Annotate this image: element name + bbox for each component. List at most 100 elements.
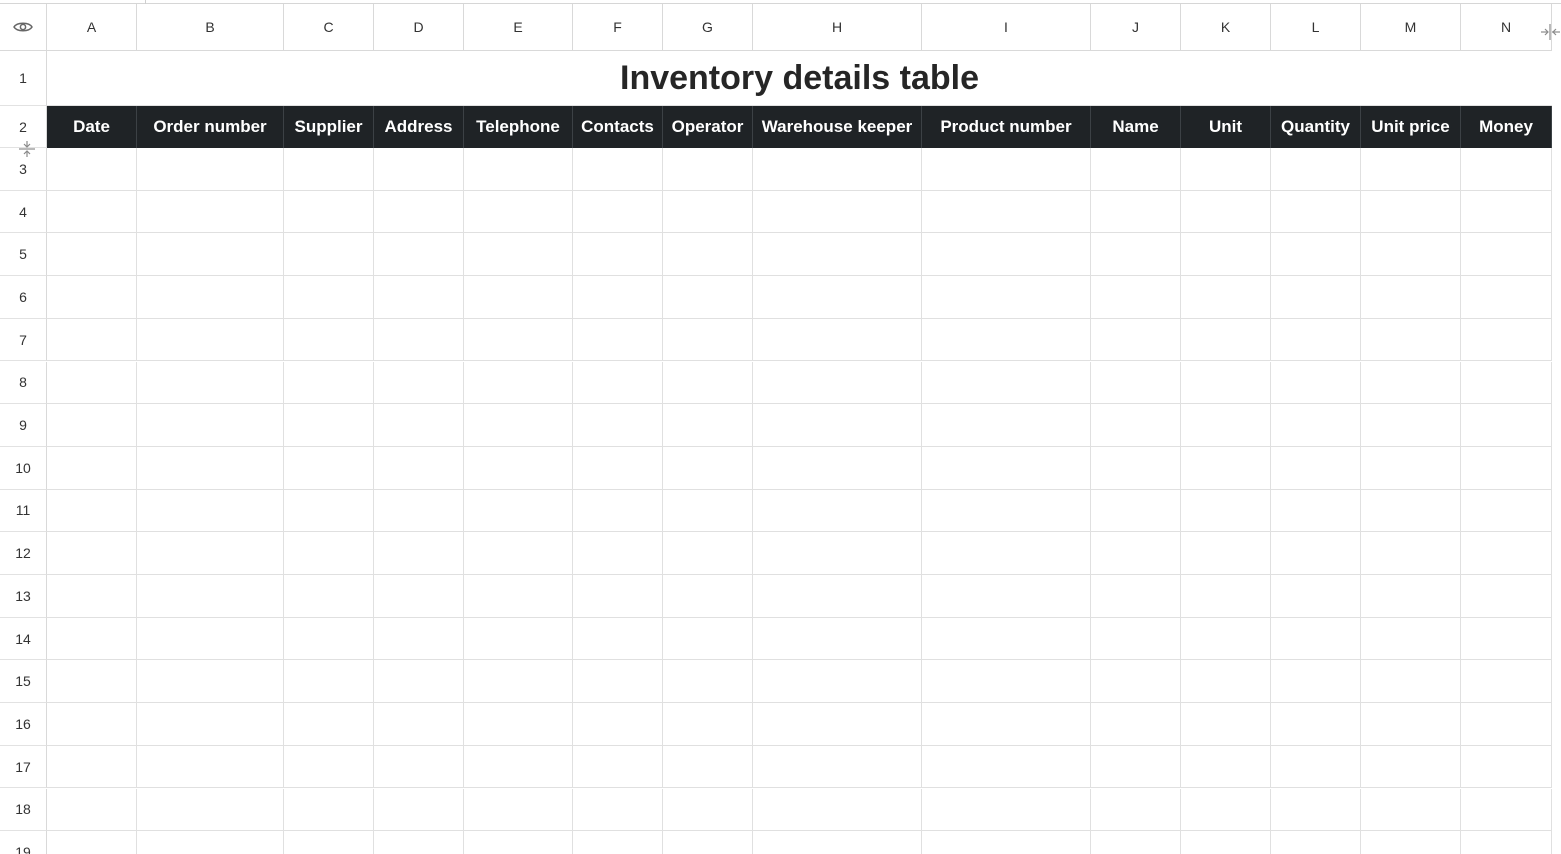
cell-k18[interactable] bbox=[1181, 788, 1271, 832]
cell-a5[interactable] bbox=[47, 233, 137, 277]
row-number-1[interactable]: 1 bbox=[0, 51, 47, 106]
cell-h4[interactable] bbox=[753, 190, 922, 234]
cell-a11[interactable] bbox=[47, 489, 137, 533]
cell-c8[interactable] bbox=[284, 361, 374, 405]
cell-i16[interactable] bbox=[922, 703, 1091, 746]
cell-c16[interactable] bbox=[284, 703, 374, 746]
cell-l15[interactable] bbox=[1271, 660, 1361, 704]
cell-c18[interactable] bbox=[284, 788, 374, 832]
cell-b7[interactable] bbox=[137, 318, 284, 362]
cell-n8[interactable] bbox=[1461, 361, 1552, 405]
column-letter-e[interactable]: E bbox=[464, 4, 573, 51]
cell-h9[interactable] bbox=[753, 404, 922, 447]
cell-b9[interactable] bbox=[137, 404, 284, 447]
cell-f7[interactable] bbox=[573, 318, 663, 362]
cell-b3[interactable] bbox=[137, 148, 284, 191]
cell-n15[interactable] bbox=[1461, 660, 1552, 704]
row-number-6[interactable]: 6 bbox=[0, 276, 47, 319]
cell-n10[interactable] bbox=[1461, 446, 1552, 490]
cell-b5[interactable] bbox=[137, 233, 284, 277]
row-number-11[interactable]: 11 bbox=[0, 489, 47, 533]
cell-b17[interactable] bbox=[137, 745, 284, 789]
cell-d5[interactable] bbox=[374, 233, 464, 277]
cell-l8[interactable] bbox=[1271, 361, 1361, 405]
cell-f10[interactable] bbox=[573, 446, 663, 490]
cell-f13[interactable] bbox=[573, 575, 663, 618]
cell-d15[interactable] bbox=[374, 660, 464, 704]
cell-j10[interactable] bbox=[1091, 446, 1181, 490]
cell-h3[interactable] bbox=[753, 148, 922, 191]
cell-d7[interactable] bbox=[374, 318, 464, 362]
cell-n5[interactable] bbox=[1461, 233, 1552, 277]
row-number-10[interactable]: 10 bbox=[0, 446, 47, 490]
cell-l7[interactable] bbox=[1271, 318, 1361, 362]
column-resize-icon[interactable] bbox=[1540, 22, 1561, 42]
cell-i7[interactable] bbox=[922, 318, 1091, 362]
cell-b14[interactable] bbox=[137, 617, 284, 661]
cell-k4[interactable] bbox=[1181, 190, 1271, 234]
cell-m5[interactable] bbox=[1361, 233, 1461, 277]
header-cell-h[interactable]: Warehouse keeper bbox=[753, 106, 922, 148]
cell-m16[interactable] bbox=[1361, 703, 1461, 746]
row-number-9[interactable]: 9 bbox=[0, 404, 47, 447]
cell-k16[interactable] bbox=[1181, 703, 1271, 746]
cell-g16[interactable] bbox=[663, 703, 753, 746]
cell-k9[interactable] bbox=[1181, 404, 1271, 447]
cell-a18[interactable] bbox=[47, 788, 137, 832]
cell-b13[interactable] bbox=[137, 575, 284, 618]
cell-m8[interactable] bbox=[1361, 361, 1461, 405]
cell-a8[interactable] bbox=[47, 361, 137, 405]
cell-g19[interactable] bbox=[663, 831, 753, 854]
cell-j11[interactable] bbox=[1091, 489, 1181, 533]
cell-l17[interactable] bbox=[1271, 745, 1361, 789]
column-letter-g[interactable]: G bbox=[663, 4, 753, 51]
cell-l13[interactable] bbox=[1271, 575, 1361, 618]
select-all-corner[interactable] bbox=[0, 4, 47, 51]
cell-k6[interactable] bbox=[1181, 276, 1271, 319]
header-cell-n[interactable]: Money bbox=[1461, 106, 1552, 148]
eye-icon[interactable] bbox=[13, 20, 33, 34]
cell-c13[interactable] bbox=[284, 575, 374, 618]
header-cell-j[interactable]: Name bbox=[1091, 106, 1181, 148]
cell-g7[interactable] bbox=[663, 318, 753, 362]
cell-e12[interactable] bbox=[464, 532, 573, 575]
cell-l4[interactable] bbox=[1271, 190, 1361, 234]
cell-d3[interactable] bbox=[374, 148, 464, 191]
cell-n6[interactable] bbox=[1461, 276, 1552, 319]
cell-i18[interactable] bbox=[922, 788, 1091, 832]
cell-b11[interactable] bbox=[137, 489, 284, 533]
cell-h15[interactable] bbox=[753, 660, 922, 704]
cell-m17[interactable] bbox=[1361, 745, 1461, 789]
cell-i4[interactable] bbox=[922, 190, 1091, 234]
cell-c4[interactable] bbox=[284, 190, 374, 234]
cell-k12[interactable] bbox=[1181, 532, 1271, 575]
cell-g5[interactable] bbox=[663, 233, 753, 277]
header-cell-d[interactable]: Address bbox=[374, 106, 464, 148]
row-number-17[interactable]: 17 bbox=[0, 745, 47, 789]
cell-d14[interactable] bbox=[374, 617, 464, 661]
cell-l3[interactable] bbox=[1271, 148, 1361, 191]
cell-e16[interactable] bbox=[464, 703, 573, 746]
cell-b19[interactable] bbox=[137, 831, 284, 854]
cell-j5[interactable] bbox=[1091, 233, 1181, 277]
cell-g17[interactable] bbox=[663, 745, 753, 789]
cell-k8[interactable] bbox=[1181, 361, 1271, 405]
column-letter-f[interactable]: F bbox=[573, 4, 663, 51]
cell-j6[interactable] bbox=[1091, 276, 1181, 319]
column-letter-m[interactable]: M bbox=[1361, 4, 1461, 51]
header-cell-m[interactable]: Unit price bbox=[1361, 106, 1461, 148]
cell-l18[interactable] bbox=[1271, 788, 1361, 832]
cell-g13[interactable] bbox=[663, 575, 753, 618]
cell-m4[interactable] bbox=[1361, 190, 1461, 234]
cell-j15[interactable] bbox=[1091, 660, 1181, 704]
cell-e7[interactable] bbox=[464, 318, 573, 362]
cell-n13[interactable] bbox=[1461, 575, 1552, 618]
cell-a4[interactable] bbox=[47, 190, 137, 234]
cell-m13[interactable] bbox=[1361, 575, 1461, 618]
cell-g14[interactable] bbox=[663, 617, 753, 661]
cell-c15[interactable] bbox=[284, 660, 374, 704]
row-number-13[interactable]: 13 bbox=[0, 575, 47, 618]
cell-j14[interactable] bbox=[1091, 617, 1181, 661]
cell-e9[interactable] bbox=[464, 404, 573, 447]
cell-i19[interactable] bbox=[922, 831, 1091, 854]
